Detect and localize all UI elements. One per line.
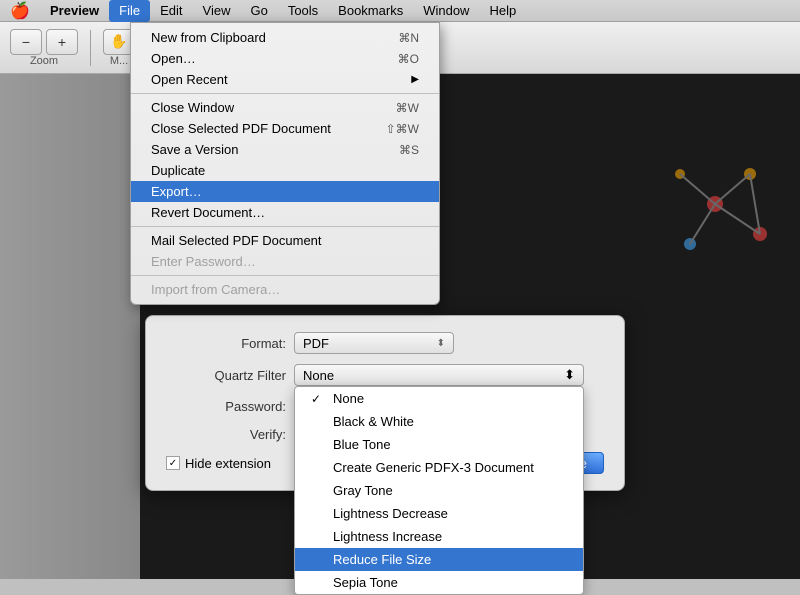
zoom-buttons: − + (10, 29, 78, 55)
format-label: Format: (166, 336, 286, 351)
menu-item-label: Enter Password… (151, 254, 256, 269)
quartz-value: None (303, 368, 334, 383)
menu-item-mail-pdf[interactable]: Mail Selected PDF Document (131, 230, 439, 251)
menu-item-label: Close Window (151, 100, 234, 115)
quartz-item-label: Black & White (333, 414, 414, 429)
quartz-item-label: Lightness Increase (333, 529, 442, 544)
shortcut-open: ⌘O (398, 52, 419, 66)
quartz-item-label: Lightness Decrease (333, 506, 448, 521)
quartz-item-gray[interactable]: Gray Tone (295, 479, 583, 502)
menu-item-enter-password: Enter Password… (131, 251, 439, 272)
quartz-item-blue[interactable]: Blue Tone (295, 433, 583, 456)
menu-separator-2 (131, 226, 439, 227)
menubar-edit[interactable]: Edit (150, 0, 192, 22)
quartz-item-label: None (333, 391, 364, 406)
quartz-filter-row: Quartz Filter None ⬍ ✓ None Black & Whit… (166, 364, 604, 386)
menu-item-new-from-clipboard[interactable]: New from Clipboard ⌘N (131, 27, 439, 48)
shortcut-new: ⌘N (398, 31, 419, 45)
menu-item-open-recent[interactable]: Open Recent ▶ (131, 69, 439, 90)
quartz-label: Quartz Filter (166, 368, 286, 383)
shortcut-save: ⌘S (399, 143, 419, 157)
submenu-arrow: ▶ (411, 74, 419, 85)
zoom-section: − + Zoom (10, 29, 78, 67)
menu-item-label: Save a Version (151, 142, 238, 157)
check-mark-none: ✓ (311, 392, 325, 406)
quartz-item-sepia[interactable]: Sepia Tone (295, 571, 583, 594)
quartz-item-reduce[interactable]: Reduce File Size (295, 548, 583, 571)
menu-item-label: Export… (151, 184, 202, 199)
apple-menu[interactable]: 🍎 (0, 1, 40, 21)
format-row: Format: PDF ⬍ (166, 332, 604, 354)
menu-item-label: Open… (151, 51, 196, 66)
quartz-item-label: Reduce File Size (333, 552, 431, 567)
menubar-app-name[interactable]: Preview (40, 0, 109, 22)
menubar-bookmarks[interactable]: Bookmarks (328, 0, 413, 22)
menubar: 🍎 Preview File Edit View Go Tools Bookma… (0, 0, 800, 22)
menu-item-label: New from Clipboard (151, 30, 266, 45)
shortcut-close: ⌘W (396, 101, 419, 115)
menu-item-close-pdf[interactable]: Close Selected PDF Document ⇧⌘W (131, 118, 439, 139)
menubar-go[interactable]: Go (240, 0, 277, 22)
menu-item-label: Duplicate (151, 163, 205, 178)
export-dialog: Format: PDF ⬍ Quartz Filter None ⬍ ✓ Non… (145, 315, 625, 491)
menu-separator-1 (131, 93, 439, 94)
quartz-item-lightness-inc[interactable]: Lightness Increase (295, 525, 583, 548)
quartz-item-bw[interactable]: Black & White (295, 410, 583, 433)
hide-extension-checkbox[interactable]: ✓ (166, 456, 180, 470)
format-select[interactable]: PDF ⬍ (294, 332, 454, 354)
menu-item-save-version[interactable]: Save a Version ⌘S (131, 139, 439, 160)
quartz-item-label: Gray Tone (333, 483, 393, 498)
password-label: Password: (166, 399, 286, 414)
quartz-arrow: ⬍ (564, 367, 575, 383)
menu-item-import-camera: Import from Camera… (131, 279, 439, 300)
menu-item-close-window[interactable]: Close Window ⌘W (131, 97, 439, 118)
quartz-item-pdfx3[interactable]: Create Generic PDFX-3 Document (295, 456, 583, 479)
menu-item-label: Mail Selected PDF Document (151, 233, 322, 248)
quartz-item-label: Create Generic PDFX-3 Document (333, 460, 534, 475)
quartz-item-lightness-dec[interactable]: Lightness Decrease (295, 502, 583, 525)
quartz-dropdown: ✓ None Black & White Blue Tone Create Ge… (294, 386, 584, 595)
format-select-arrow: ⬍ (437, 338, 445, 349)
zoom-in-button[interactable]: + (46, 29, 78, 55)
menu-item-label: Import from Camera… (151, 282, 280, 297)
quartz-item-label: Sepia Tone (333, 575, 398, 590)
molecule-decoration (640, 114, 790, 294)
menu-item-open[interactable]: Open… ⌘O (131, 48, 439, 69)
quartz-item-label: Blue Tone (333, 437, 391, 452)
menu-item-label: Revert Document… (151, 205, 265, 220)
move-label: M... (110, 55, 128, 67)
menu-item-label: Open Recent (151, 72, 228, 87)
menubar-file[interactable]: File (109, 0, 150, 22)
hide-extension-label: Hide extension (185, 456, 271, 471)
quartz-item-none[interactable]: ✓ None (295, 387, 583, 410)
menu-item-export[interactable]: Export… (131, 181, 439, 202)
menu-item-label: Close Selected PDF Document (151, 121, 331, 136)
format-value: PDF (303, 336, 329, 351)
hide-extension-area: ✓ Hide extension (166, 456, 271, 471)
zoom-out-button[interactable]: − (10, 29, 42, 55)
menu-item-duplicate[interactable]: Duplicate (131, 160, 439, 181)
menubar-view[interactable]: View (193, 0, 241, 22)
toolbar-separator (90, 30, 91, 66)
file-menu-dropdown: New from Clipboard ⌘N Open… ⌘O Open Rece… (130, 22, 440, 305)
menubar-help[interactable]: Help (479, 0, 526, 22)
menu-separator-3 (131, 275, 439, 276)
sidebar (0, 74, 140, 579)
menubar-window[interactable]: Window (413, 0, 479, 22)
menubar-tools[interactable]: Tools (278, 0, 328, 22)
verify-label: Verify: (166, 427, 286, 442)
shortcut-close-pdf: ⇧⌘W (386, 122, 419, 136)
menu-item-revert[interactable]: Revert Document… (131, 202, 439, 223)
quartz-dropdown-container: None ⬍ ✓ None Black & White Blue Tone (294, 364, 584, 386)
zoom-label: Zoom (30, 55, 58, 67)
quartz-select[interactable]: None ⬍ (294, 364, 584, 386)
